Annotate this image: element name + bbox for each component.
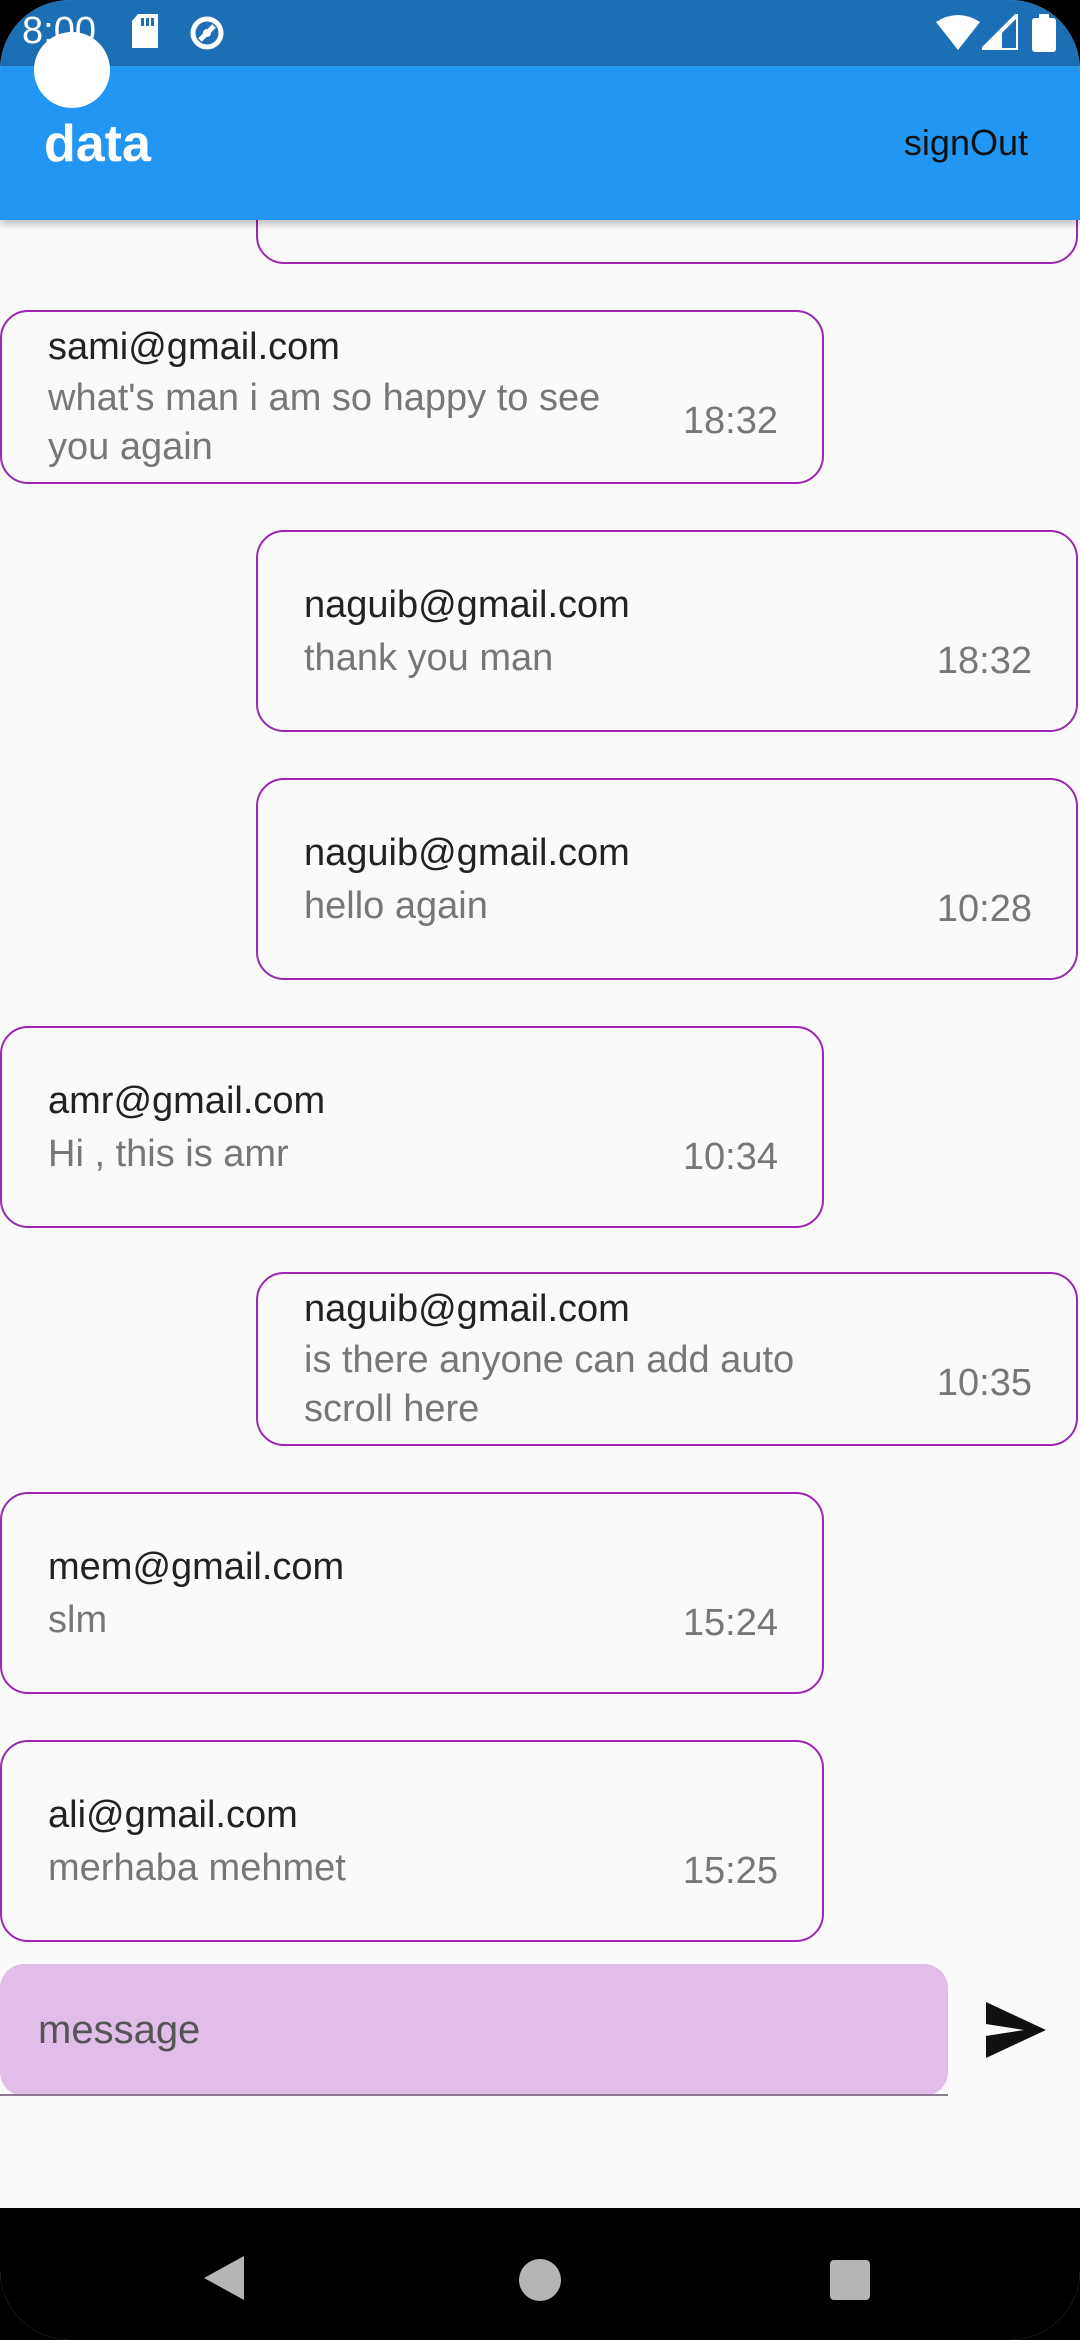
message-bubble: naguib@gmail.com hello again 10:28 (256, 778, 1078, 980)
battery-icon (1032, 14, 1056, 52)
message-text: is there anyone can add auto scroll here (304, 1339, 795, 1430)
sd-card-icon (132, 14, 158, 48)
signal-icon (982, 14, 1018, 50)
message-sender: amr@gmail.com (48, 1080, 326, 1122)
page-title: data (44, 115, 151, 173)
message-text: slm (48, 1599, 108, 1641)
message-time: 10:28 (936, 888, 1032, 930)
message-sender: ali@gmail.com (48, 1794, 298, 1836)
message-bubble: naguib@gmail.com thank you man 18:32 (256, 530, 1078, 732)
message-sender: naguib@gmail.com (304, 584, 630, 626)
recents-icon[interactable] (830, 2260, 870, 2300)
navigation-bar (0, 2208, 1080, 2340)
back-icon[interactable] (204, 2256, 244, 2300)
message-time: 15:24 (682, 1602, 778, 1644)
message-bubble-partial (256, 220, 1078, 264)
message-sender: sami@gmail.com (48, 326, 340, 368)
message-time: 10:34 (682, 1136, 778, 1178)
message-sender: naguib@gmail.com (304, 1288, 630, 1330)
message-text: what's man i am so happy to see you agai… (48, 377, 601, 468)
message-bubble: ali@gmail.com merhaba mehmet 15:25 (0, 1740, 824, 1942)
message-sender: mem@gmail.com (48, 1546, 345, 1588)
camera-cutout (34, 32, 110, 108)
send-icon[interactable] (984, 2000, 1048, 2060)
message-sender: naguib@gmail.com (304, 832, 630, 874)
message-time: 18:32 (682, 400, 778, 442)
home-icon[interactable] (518, 2258, 562, 2302)
message-bubble: sami@gmail.com what's man i am so happy … (0, 310, 824, 484)
app-bar: data signOut (0, 66, 1080, 220)
screen: 8:00 data signOut sami@gmail.com what's … (0, 0, 1080, 2340)
message-time: 10:35 (936, 1362, 1032, 1404)
wifi-icon (936, 15, 980, 50)
message-text: hello again (304, 885, 488, 927)
sync-icon (190, 16, 224, 50)
message-text: Hi , this is amr (48, 1133, 289, 1175)
status-bar: 8:00 (0, 0, 1080, 66)
message-bubble: amr@gmail.com Hi , this is amr 10:34 (0, 1026, 824, 1228)
signout-button[interactable]: signOut (904, 122, 1028, 164)
message-list[interactable]: sami@gmail.com what's man i am so happy … (0, 220, 1080, 1960)
message-bubble: mem@gmail.com slm 15:24 (0, 1492, 824, 1694)
message-input[interactable]: message (0, 1964, 948, 2096)
message-time: 18:32 (936, 640, 1032, 682)
message-bubble: naguib@gmail.com is there anyone can add… (256, 1272, 1078, 1446)
message-time: 15:25 (682, 1850, 778, 1892)
message-text: thank you man (304, 637, 554, 679)
message-text: merhaba mehmet (48, 1847, 346, 1889)
